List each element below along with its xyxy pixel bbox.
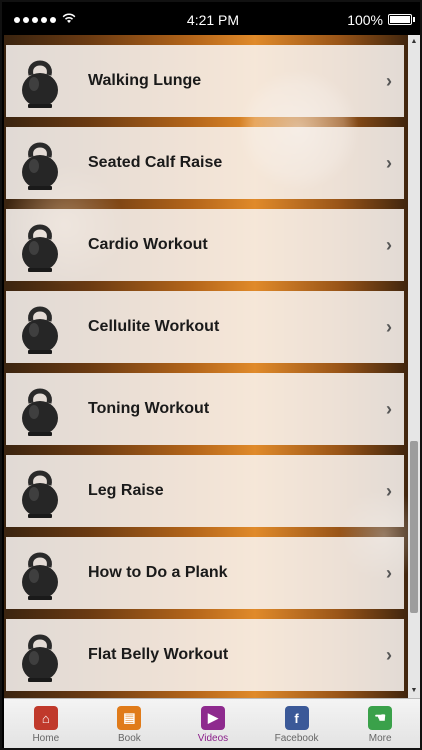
list-item-label: Leg Raise (88, 482, 164, 499)
list-item-label: Cellulite Workout (88, 318, 220, 335)
list-item-label: Toning Workout (88, 400, 210, 417)
phone-frame: 4:21 PM 100% Walking Lunge › Seated Calf R… (0, 0, 422, 750)
tab-label: Home (32, 733, 60, 744)
tab-bar: ⌂ Home ▤ Book ▶ Videos f Facebook ☚ More (4, 698, 420, 748)
tab-facebook[interactable]: f Facebook (255, 699, 339, 748)
list-item[interactable]: Cardio Workout › (6, 209, 404, 281)
list-item[interactable]: Cellulite Workout › (6, 291, 404, 363)
wifi-icon (62, 13, 76, 26)
kettlebell-icon (20, 299, 60, 355)
book-icon: ▤ (117, 706, 142, 730)
list-item[interactable]: How to Do a Plank › (6, 537, 404, 609)
list-item[interactable]: Leg Raise › (6, 455, 404, 527)
list-item-label: How to Do a Plank (88, 564, 228, 581)
battery-icon (388, 14, 415, 25)
content-area: Walking Lunge › Seated Calf Raise › Cardio W… (4, 35, 420, 698)
signal-strength-icon (14, 16, 56, 23)
list-item[interactable]: Walking Lunge › (6, 45, 404, 117)
list-item[interactable]: Seated Calf Raise › (6, 127, 404, 199)
status-bar: 4:21 PM 100% (4, 4, 420, 35)
video-icon: ▶ (200, 706, 225, 730)
tab-label: More (368, 733, 392, 744)
kettlebell-icon (20, 217, 60, 273)
tab-videos[interactable]: ▶ Videos (171, 699, 255, 748)
kettlebell-icon (20, 135, 60, 191)
facebook-icon: f (284, 706, 309, 730)
chevron-right-icon: › (386, 399, 392, 419)
chevron-right-icon: › (386, 645, 392, 665)
chevron-right-icon: › (386, 235, 392, 255)
tab-label: Book (117, 733, 141, 744)
chevron-right-icon: › (386, 153, 392, 173)
list-item-label: Walking Lunge (88, 72, 202, 89)
list-item-label: Flat Belly Workout (88, 646, 229, 663)
chevron-right-icon: › (386, 481, 392, 501)
list-item[interactable]: Flat Belly Workout › (6, 619, 404, 691)
list-item-label: Seated Calf Raise (88, 154, 223, 171)
kettlebell-icon (20, 463, 60, 519)
scroll-up-icon[interactable]: ▲ (408, 37, 420, 47)
scrollbar-thumb[interactable] (410, 441, 418, 613)
kettlebell-icon (20, 545, 60, 601)
chevron-right-icon: › (386, 71, 392, 91)
list-item[interactable]: Toning Workout › (6, 373, 404, 445)
tab-more[interactable]: ☚ More (338, 699, 420, 748)
home-icon: ⌂ (33, 706, 58, 730)
list-item-label: Cardio Workout (88, 236, 208, 253)
tab-home[interactable]: ⌂ Home (4, 699, 88, 748)
chevron-right-icon: › (386, 317, 392, 337)
scrollbar[interactable]: ▲ ▼ (408, 35, 420, 698)
kettlebell-icon (20, 53, 60, 109)
kettlebell-icon (20, 381, 60, 437)
battery-percent: 100% (347, 11, 383, 28)
kettlebell-icon (20, 627, 60, 683)
more-icon: ☚ (368, 706, 393, 730)
tab-book[interactable]: ▤ Book (88, 699, 172, 748)
signal-area (14, 13, 76, 26)
tab-label: Videos (197, 733, 229, 744)
tab-label: Facebook (274, 733, 319, 744)
chevron-right-icon: › (386, 563, 392, 583)
scroll-down-icon[interactable]: ▼ (408, 686, 420, 696)
battery-area: 100% (347, 11, 415, 28)
